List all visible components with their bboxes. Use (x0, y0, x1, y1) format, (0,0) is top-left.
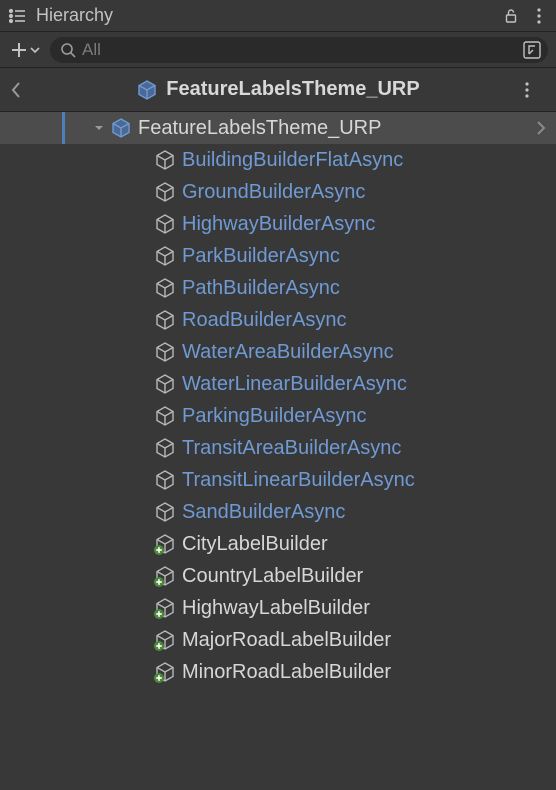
row-label: ParkingBuilderAsync (182, 405, 367, 428)
gameobject-icon (154, 149, 176, 171)
gameobject-added-icon (154, 661, 176, 683)
gameobject-icon (154, 373, 176, 395)
create-button[interactable] (8, 39, 42, 61)
row-label: SandBuilderAsync (182, 501, 345, 524)
gameobject-icon (154, 469, 176, 491)
dropdown-caret-icon (30, 45, 40, 55)
gameobject-icon (154, 309, 176, 331)
unlock-icon[interactable] (500, 5, 522, 27)
row-label: PathBuilderAsync (182, 277, 340, 300)
prefab-icon (136, 79, 158, 101)
search-scope-icon[interactable] (522, 40, 542, 60)
hierarchy-tree: FeatureLabelsTheme_URP BuildingBuilderFl… (0, 112, 556, 688)
gameobject-icon (154, 181, 176, 203)
gameobject-added-icon (154, 565, 176, 587)
row-label: MinorRoadLabelBuilder (182, 661, 391, 684)
row-label: TransitAreaBuilderAsync (182, 437, 401, 460)
row-label: MajorRoadLabelBuilder (182, 629, 391, 652)
gameobject-icon (154, 213, 176, 235)
tree-row[interactable]: ParkBuilderAsync (0, 240, 556, 272)
breadcrumb-bar: FeatureLabelsTheme_URP (0, 68, 556, 112)
row-label: RoadBuilderAsync (182, 309, 347, 332)
tree-row[interactable]: ParkingBuilderAsync (0, 400, 556, 432)
search-icon (60, 42, 76, 58)
tree-row[interactable]: CountryLabelBuilder (0, 560, 556, 592)
tree-row[interactable]: CityLabelBuilder (0, 528, 556, 560)
gameobject-icon (154, 341, 176, 363)
row-label: CountryLabelBuilder (182, 565, 363, 588)
row-label: WaterAreaBuilderAsync (182, 341, 394, 364)
tree-row[interactable]: TransitAreaBuilderAsync (0, 432, 556, 464)
row-label: ParkBuilderAsync (182, 245, 340, 268)
tree-row[interactable]: SandBuilderAsync (0, 496, 556, 528)
gameobject-added-icon (154, 533, 176, 555)
gameobject-icon (154, 405, 176, 427)
tree-row[interactable]: RoadBuilderAsync (0, 304, 556, 336)
row-label: HighwayBuilderAsync (182, 213, 375, 236)
kebab-menu-icon[interactable] (528, 5, 550, 27)
search-input[interactable] (82, 40, 522, 60)
toolbar (0, 32, 556, 68)
row-label: BuildingBuilderFlatAsync (182, 149, 403, 172)
hierarchy-icon (6, 5, 28, 27)
tree-row[interactable]: TransitLinearBuilderAsync (0, 464, 556, 496)
row-label: HighwayLabelBuilder (182, 597, 370, 620)
gameobject-added-icon (154, 629, 176, 651)
prefab-icon (110, 117, 132, 139)
open-prefab-icon[interactable] (536, 120, 556, 136)
search-field[interactable] (50, 37, 548, 63)
row-label: TransitLinearBuilderAsync (182, 469, 415, 492)
tree-row-root[interactable]: FeatureLabelsTheme_URP (0, 112, 556, 144)
gameobject-icon (154, 501, 176, 523)
tree-row[interactable]: WaterAreaBuilderAsync (0, 336, 556, 368)
row-label: GroundBuilderAsync (182, 181, 365, 204)
row-label: FeatureLabelsTheme_URP (138, 117, 381, 140)
breadcrumb-title: FeatureLabelsTheme_URP (166, 78, 419, 101)
tree-row[interactable]: GroundBuilderAsync (0, 176, 556, 208)
row-label: CityLabelBuilder (182, 533, 328, 556)
tree-row[interactable]: PathBuilderAsync (0, 272, 556, 304)
gameobject-icon (154, 437, 176, 459)
breadcrumb-menu-icon[interactable] (524, 81, 546, 99)
gameobject-icon (154, 277, 176, 299)
plus-icon (10, 41, 28, 59)
panel-title: Hierarchy (34, 5, 494, 26)
tree-row[interactable]: HighwayBuilderAsync (0, 208, 556, 240)
back-button[interactable] (10, 81, 32, 99)
tree-row[interactable]: MajorRoadLabelBuilder (0, 624, 556, 656)
foldout-toggle[interactable] (92, 121, 106, 135)
tree-row[interactable]: MinorRoadLabelBuilder (0, 656, 556, 688)
panel-header: Hierarchy (0, 0, 556, 32)
tree-row[interactable]: WaterLinearBuilderAsync (0, 368, 556, 400)
row-label: WaterLinearBuilderAsync (182, 373, 407, 396)
gameobject-icon (154, 245, 176, 267)
tree-row[interactable]: BuildingBuilderFlatAsync (0, 144, 556, 176)
tree-row[interactable]: HighwayLabelBuilder (0, 592, 556, 624)
gameobject-added-icon (154, 597, 176, 619)
